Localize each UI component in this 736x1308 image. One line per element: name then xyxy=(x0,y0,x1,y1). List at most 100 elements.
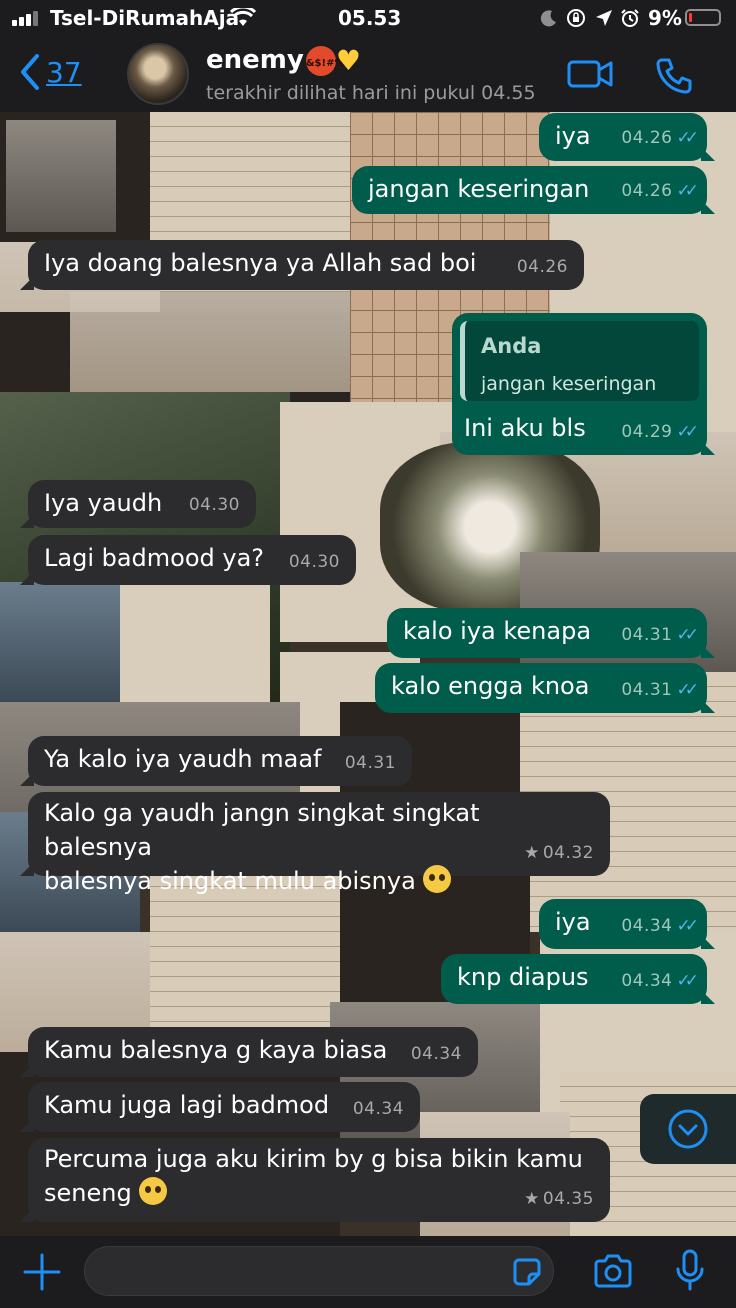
frowning-face-emoji xyxy=(139,1177,168,1205)
message-outgoing[interactable]: kalo engga knoa 04.31 ✓✓ xyxy=(375,663,715,713)
message-time: 04.26 xyxy=(621,128,673,148)
message-incoming-multiline[interactable]: Percuma juga aku kirim by g bisa bikin k… xyxy=(20,1138,610,1222)
message-meta: ★ 04.32 xyxy=(524,836,594,870)
message-time: 04.26 xyxy=(621,181,673,201)
yellow-heart-icon: ♥ xyxy=(335,44,361,77)
message-meta: 04.29 ✓✓ xyxy=(621,415,699,449)
battery-icon xyxy=(685,9,721,26)
reply-text: jangan keseringan xyxy=(481,373,657,395)
message-incoming[interactable]: Kamu balesnya g kaya biasa 04.34 xyxy=(20,1027,478,1077)
chevron-down-circle-icon xyxy=(668,1109,708,1149)
moon-icon xyxy=(540,10,556,27)
message-time: 04.32 xyxy=(542,843,594,863)
unread-count[interactable]: 37 xyxy=(46,56,82,89)
angry-face-emoji: &$!#% xyxy=(305,45,344,76)
message-text: kalo engga knoa xyxy=(391,672,590,700)
phone-icon[interactable] xyxy=(654,56,694,96)
starred-icon: ★ xyxy=(524,843,540,863)
message-line: seneng xyxy=(44,1179,132,1207)
message-meta: 04.31 ✓✓ xyxy=(621,618,699,652)
contact-name-text[interactable]: enemy xyxy=(206,45,304,75)
message-time: 04.31 xyxy=(344,753,396,773)
message-text: knp diapus xyxy=(457,963,589,991)
message-time: 04.35 xyxy=(542,1189,594,1209)
message-outgoing-reply[interactable]: Anda jangan keseringan Ini aku bls 04.29… xyxy=(452,313,715,455)
message-text: iya xyxy=(555,908,591,936)
message-meta: 04.34 ✓✓ xyxy=(621,964,699,998)
scroll-to-bottom-button[interactable] xyxy=(640,1094,736,1164)
read-receipt-icon: ✓✓ xyxy=(676,916,699,936)
microphone-icon[interactable] xyxy=(674,1248,706,1292)
reply-author: Anda xyxy=(481,334,542,358)
video-camera-icon[interactable] xyxy=(566,56,614,92)
message-incoming[interactable]: Iya doang balesnya ya Allah sad boi 04.2… xyxy=(20,240,584,290)
pleading-face-emoji xyxy=(423,865,452,893)
message-time: 04.34 xyxy=(621,971,673,991)
rotation-lock-icon xyxy=(567,9,585,27)
message-time: 04.31 xyxy=(621,680,673,700)
message-text: kalo iya kenapa xyxy=(403,617,592,645)
status-bar: Tsel-DiRumahAja 05.53 9% xyxy=(0,0,736,38)
battery-percent: 9% xyxy=(648,6,682,30)
message-line: balesnya singkat mulu abisnya xyxy=(44,867,416,895)
message-outgoing[interactable]: knp diapus 04.34 ✓✓ xyxy=(441,954,715,1004)
message-incoming[interactable]: Kamu juga lagi badmod 04.34 xyxy=(20,1082,420,1132)
message-text: Kalo ga yaudh jangn singkat singkat bale… xyxy=(44,792,594,898)
message-text: Iya yaudh xyxy=(44,489,163,517)
read-receipt-icon: ✓✓ xyxy=(676,971,699,991)
quoted-reply[interactable]: Anda jangan keseringan xyxy=(460,321,699,401)
message-text: Kamu balesnya g kaya biasa xyxy=(44,1036,388,1064)
message-incoming[interactable]: Iya yaudh 04.30 xyxy=(20,480,256,528)
message-outgoing[interactable]: iya 04.26 ✓✓ xyxy=(539,113,715,161)
signal-strength-icon xyxy=(12,10,42,26)
message-incoming-multiline[interactable]: Kalo ga yaudh jangn singkat singkat bale… xyxy=(20,792,610,895)
message-time: 04.30 xyxy=(288,552,340,572)
chevron-left-icon xyxy=(21,54,39,90)
message-text: Kamu juga lagi badmod xyxy=(44,1091,330,1119)
message-outgoing[interactable]: kalo iya kenapa 04.31 ✓✓ xyxy=(387,608,715,658)
contact-name[interactable]: enemy &$!#%♥ xyxy=(206,44,361,77)
message-meta: 04.34 ✓✓ xyxy=(621,909,699,943)
message-outgoing[interactable]: iya 04.34 ✓✓ xyxy=(539,899,715,949)
message-text: Lagi badmood ya? xyxy=(44,544,265,572)
read-receipt-icon: ✓✓ xyxy=(676,680,699,700)
alarm-icon xyxy=(621,9,639,27)
message-text: Percuma juga aku kirim by g bisa bikin k… xyxy=(44,1138,594,1210)
message-text: Ya kalo iya yaudh maaf xyxy=(44,745,322,773)
message-time: 04.34 xyxy=(621,916,673,936)
message-meta: 04.31 ✓✓ xyxy=(621,673,699,707)
message-line: Kalo ga yaudh jangn singkat singkat bale… xyxy=(44,799,480,861)
message-line-with-emoji: balesnya singkat mulu abisnya xyxy=(44,864,594,898)
read-receipt-icon: ✓✓ xyxy=(676,128,699,148)
clock: 05.53 xyxy=(338,6,402,30)
message-input[interactable] xyxy=(84,1246,554,1296)
back-button[interactable]: 37 xyxy=(20,54,82,90)
sticker-icon[interactable] xyxy=(511,1256,543,1288)
camera-icon[interactable] xyxy=(592,1252,634,1290)
message-time: 04.34 xyxy=(352,1099,404,1119)
message-time: 04.31 xyxy=(621,625,673,645)
message-incoming[interactable]: Ya kalo iya yaudh maaf 04.31 xyxy=(20,736,412,786)
message-line-with-emoji: seneng xyxy=(44,1176,594,1210)
location-icon xyxy=(596,10,612,26)
message-text: iya xyxy=(555,122,591,150)
message-meta: 04.26 ✓✓ xyxy=(621,121,699,155)
message-text: Ini aku bls xyxy=(464,414,586,442)
message-text: jangan keseringan xyxy=(368,175,590,203)
chat-header: 37 enemy &$!#%♥ terakhir dilihat hari ini… xyxy=(0,38,736,112)
avatar[interactable] xyxy=(127,43,189,105)
plus-icon[interactable] xyxy=(22,1252,62,1292)
message-time: 04.34 xyxy=(410,1044,462,1064)
read-receipt-icon: ✓✓ xyxy=(676,422,699,442)
wifi-icon xyxy=(230,8,256,26)
last-seen-status: terakhir dilihat hari ini pukul 04.55 xyxy=(206,82,536,104)
message-meta: ★ 04.35 xyxy=(524,1182,594,1216)
read-receipt-icon: ✓✓ xyxy=(676,181,699,201)
message-time: 04.30 xyxy=(188,495,240,515)
message-line: Percuma juga aku kirim by g bisa bikin k… xyxy=(44,1145,583,1173)
starred-icon: ★ xyxy=(524,1189,540,1209)
read-receipt-icon: ✓✓ xyxy=(676,625,699,645)
message-incoming[interactable]: Lagi badmood ya? 04.30 xyxy=(20,535,356,585)
message-outgoing[interactable]: jangan keseringan 04.26 ✓✓ xyxy=(352,166,715,214)
carrier-label: Tsel-DiRumahAja xyxy=(50,6,240,30)
